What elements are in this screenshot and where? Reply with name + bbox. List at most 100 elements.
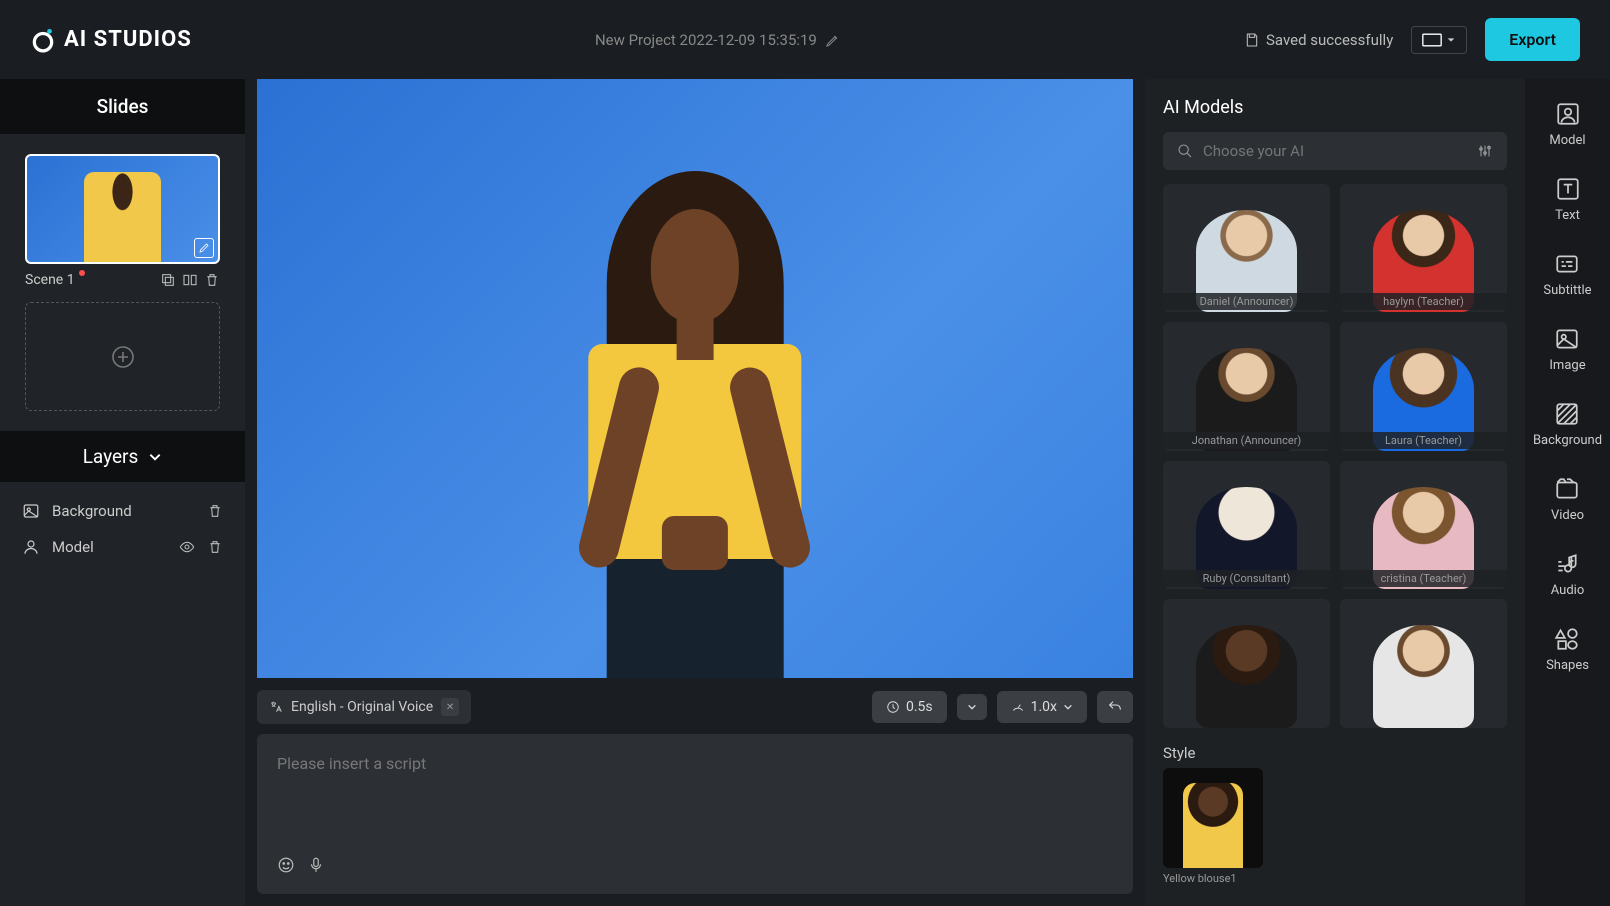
model-card[interactable]: Daniel (Announcer): [1163, 184, 1330, 312]
style-caption: Yellow blouse1: [1163, 872, 1507, 885]
tool-audio[interactable]: Audio: [1551, 551, 1584, 598]
duration-label: 0.5s: [906, 699, 933, 715]
aspect-icon: [1422, 33, 1442, 47]
tool-label: Image: [1549, 358, 1585, 373]
style-heading: Style: [1163, 744, 1507, 762]
header: AI STUDIOS New Project 2022-12-09 15:35:…: [0, 0, 1610, 79]
model-icon: [1555, 101, 1581, 127]
trash-icon[interactable]: [207, 539, 223, 555]
tool-text[interactable]: Text: [1555, 176, 1581, 223]
model-card[interactable]: Jonathan (Announcer): [1163, 322, 1330, 450]
translate-icon: [269, 700, 283, 714]
undo-icon: [1107, 699, 1123, 715]
scene-label: Scene 1: [25, 272, 75, 288]
copy-icon[interactable]: [160, 272, 176, 288]
plus-icon: [111, 345, 135, 369]
shapes-icon: [1554, 626, 1580, 652]
project-title-text: New Project 2022-12-09 15:35:19: [595, 31, 817, 49]
model-card[interactable]: cristina (Teacher): [1340, 461, 1507, 589]
tool-subtitle[interactable]: Subtittle: [1543, 251, 1591, 298]
model-card[interactable]: Ruby (Consultant): [1163, 461, 1330, 589]
trash-icon[interactable]: [204, 272, 220, 288]
canvas-model[interactable]: [511, 139, 879, 678]
model-caption: cristina (Teacher): [1340, 570, 1507, 587]
duration-dropdown[interactable]: [957, 694, 987, 720]
close-icon[interactable]: ✕: [441, 698, 459, 716]
style-thumbnail[interactable]: [1163, 768, 1263, 868]
model-caption: Jonathan (Announcer): [1163, 432, 1330, 449]
slide-thumbnail[interactable]: [25, 154, 220, 264]
model-search[interactable]: [1163, 132, 1507, 170]
script-placeholder: Please insert a script: [277, 754, 1113, 856]
style-section: Style Yellow blouse1: [1163, 738, 1507, 885]
right-panel: AI Models Daniel (Announcer) haylyn (Tea…: [1145, 79, 1525, 906]
audio-icon: [1554, 551, 1580, 577]
export-button[interactable]: Export: [1485, 18, 1580, 61]
save-icon: [1244, 32, 1260, 48]
layer-row-model[interactable]: Model: [18, 532, 227, 562]
project-title[interactable]: New Project 2022-12-09 15:35:19: [192, 31, 1244, 49]
text-icon: [1555, 176, 1581, 202]
video-icon: [1554, 476, 1580, 502]
language-label: English - Original Voice: [291, 699, 433, 715]
image-icon: [22, 502, 40, 520]
layer-label: Background: [52, 502, 132, 520]
chevron-down-icon: [1063, 702, 1073, 712]
aspect-ratio-button[interactable]: [1411, 26, 1467, 54]
model-caption: Daniel (Announcer): [1163, 293, 1330, 310]
tool-label: Background: [1533, 433, 1602, 448]
panel-title: AI Models: [1163, 97, 1507, 118]
tool-model[interactable]: Model: [1549, 101, 1585, 148]
tool-label: Subtittle: [1543, 283, 1591, 298]
timeline-bar: English - Original Voice ✕ 0.5s 1.0x: [257, 690, 1133, 724]
person-icon: [22, 538, 40, 556]
save-status: Saved successfully: [1244, 31, 1393, 49]
layer-label: Model: [52, 538, 94, 556]
center-panel: English - Original Voice ✕ 0.5s 1.0x: [245, 79, 1145, 906]
speed-icon: [1011, 700, 1025, 714]
duration-button[interactable]: 0.5s: [872, 691, 947, 723]
tool-label: Text: [1555, 208, 1580, 223]
filter-icon[interactable]: [1477, 143, 1493, 159]
microphone-icon[interactable]: [307, 856, 325, 874]
layers-header[interactable]: Layers: [0, 431, 245, 482]
logo: AI STUDIOS: [30, 27, 192, 53]
search-input[interactable]: [1203, 142, 1467, 160]
models-grid: Daniel (Announcer) haylyn (Teacher) Jona…: [1163, 184, 1507, 728]
background-icon: [1554, 401, 1580, 427]
split-icon[interactable]: [182, 272, 198, 288]
tool-shapes[interactable]: Shapes: [1546, 626, 1589, 673]
model-card[interactable]: [1163, 599, 1330, 727]
speed-label: 1.0x: [1031, 699, 1057, 715]
edit-icon: [825, 32, 841, 48]
tool-background[interactable]: Background: [1533, 401, 1602, 448]
save-status-text: Saved successfully: [1266, 31, 1393, 49]
model-caption: Ruby (Consultant): [1163, 570, 1330, 587]
trash-icon[interactable]: [207, 503, 223, 519]
model-card[interactable]: haylyn (Teacher): [1340, 184, 1507, 312]
left-sidebar: Slides Scene 1: [0, 79, 245, 906]
add-slide-button[interactable]: [25, 302, 220, 412]
layer-row-background[interactable]: Background: [18, 496, 227, 526]
right-toolbar: Model Text Subtittle Image Background Vi…: [1525, 79, 1610, 906]
tool-label: Audio: [1551, 583, 1584, 598]
layers-title: Layers: [83, 445, 139, 468]
emoji-icon[interactable]: [277, 856, 295, 874]
tool-label: Shapes: [1546, 658, 1589, 673]
image-icon: [1554, 326, 1580, 352]
tool-video[interactable]: Video: [1551, 476, 1584, 523]
model-card[interactable]: Laura (Teacher): [1340, 322, 1507, 450]
script-input[interactable]: Please insert a script: [257, 734, 1133, 894]
brand-text: AI STUDIOS: [64, 27, 192, 52]
undo-button[interactable]: [1097, 691, 1133, 723]
speed-button[interactable]: 1.0x: [997, 691, 1087, 723]
tool-label: Model: [1549, 133, 1585, 148]
eye-icon[interactable]: [179, 539, 195, 555]
model-card[interactable]: [1340, 599, 1507, 727]
tool-image[interactable]: Image: [1549, 326, 1585, 373]
language-chip[interactable]: English - Original Voice ✕: [257, 690, 471, 724]
slide-edit-icon[interactable]: [194, 238, 214, 258]
slide-preview-person: [84, 172, 160, 262]
slides-header: Slides: [0, 79, 245, 134]
canvas[interactable]: [257, 79, 1133, 678]
